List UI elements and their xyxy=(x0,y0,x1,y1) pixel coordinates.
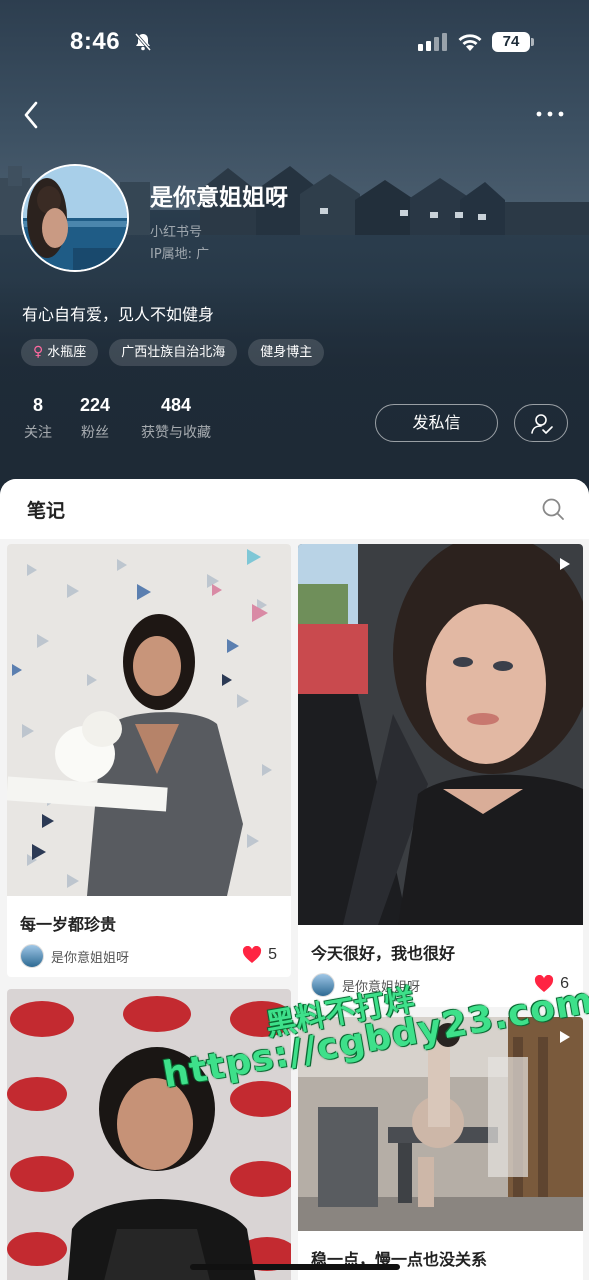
note-author[interactable]: 是你意姐姐呀 xyxy=(20,944,129,968)
send-message-button[interactable]: 发私信 xyxy=(375,404,498,442)
profile-bio: 有心自有爱，见人不如健身 xyxy=(22,305,215,324)
redbook-id[interactable]: 小红书号 xyxy=(150,221,202,240)
note-card[interactable]: 今天很好，我也很好 是你意姐姐呀 6 xyxy=(298,544,583,1007)
home-indicator[interactable] xyxy=(190,1264,400,1270)
stat-followers[interactable]: 224 粉丝 xyxy=(76,395,114,442)
female-icon: ♀ xyxy=(33,344,44,360)
author-name: 是你意姐姐呀 xyxy=(51,950,130,966)
more-options-button[interactable] xyxy=(532,100,568,128)
stat-following-label: 关注 xyxy=(24,425,52,441)
video-play-icon xyxy=(560,558,570,570)
profile-tags: ♀ 水瓶座 广西壮族自治北海 健身博主 xyxy=(21,339,325,366)
note-cover-image xyxy=(7,544,291,896)
more-dots-icon xyxy=(536,111,564,117)
status-bar: 8:46 74 xyxy=(0,0,589,86)
note-card[interactable]: 每一岁都珍贵 是你意姐姐呀 5 xyxy=(7,544,291,977)
note-card[interactable] xyxy=(7,989,291,1280)
notes-header: 笔记 xyxy=(0,479,589,539)
note-cover-image xyxy=(7,989,291,1280)
user-check-icon xyxy=(531,414,553,434)
tag-zodiac-label: 水瓶座 xyxy=(47,345,87,360)
like-button[interactable]: 5 xyxy=(242,946,277,964)
battery-icon: 74 xyxy=(492,32,535,52)
tag-location: 广西壮族自治北海 xyxy=(109,339,238,366)
video-play-icon xyxy=(560,1031,570,1043)
search-icon xyxy=(542,498,564,520)
battery-level: 74 xyxy=(502,33,520,50)
chevron-left-icon xyxy=(24,101,38,129)
tag-profession-label: 健身博主 xyxy=(260,345,313,360)
tab-notes[interactable]: 笔记 xyxy=(27,496,65,523)
follow-status-button[interactable] xyxy=(514,404,568,442)
avatar[interactable] xyxy=(21,164,129,272)
note-title: 每一岁都珍贵 xyxy=(20,915,117,934)
ip-location: IP属地: 广 xyxy=(150,247,210,262)
tag-location-label: 广西壮族自治北海 xyxy=(121,345,226,360)
stat-followers-count: 224 xyxy=(79,395,111,415)
tag-zodiac: ♀ 水瓶座 xyxy=(21,339,99,366)
stat-likes-count: 484 xyxy=(160,395,192,415)
like-count: 5 xyxy=(268,946,277,963)
wifi-icon xyxy=(456,31,484,57)
status-time: 8:46 xyxy=(70,28,121,55)
search-notes-button[interactable] xyxy=(541,497,565,525)
notes-panel: 笔记 每一岁都珍贵 是你意姐姐呀 5 今天很好，我也很好 是你意姐姐呀 6 稳一… xyxy=(0,479,589,1280)
profile-name: 是你意姐姐呀 xyxy=(150,185,288,211)
back-button[interactable] xyxy=(18,98,48,132)
note-cover-image xyxy=(298,544,583,925)
stat-followers-label: 粉丝 xyxy=(81,425,109,441)
silent-bell-icon xyxy=(133,32,153,56)
note-title: 今天很好，我也很好 xyxy=(311,944,456,963)
stat-following-count: 8 xyxy=(32,395,43,415)
heart-icon xyxy=(243,946,262,963)
tag-profession: 健身博主 xyxy=(248,339,325,366)
stat-likes-label: 获赞与收藏 xyxy=(141,425,211,441)
stat-likes-collects[interactable]: 484 获赞与收藏 xyxy=(136,395,216,442)
cellular-signal-icon xyxy=(418,33,448,55)
stat-following[interactable]: 8 关注 xyxy=(22,395,54,442)
author-avatar xyxy=(20,944,44,968)
